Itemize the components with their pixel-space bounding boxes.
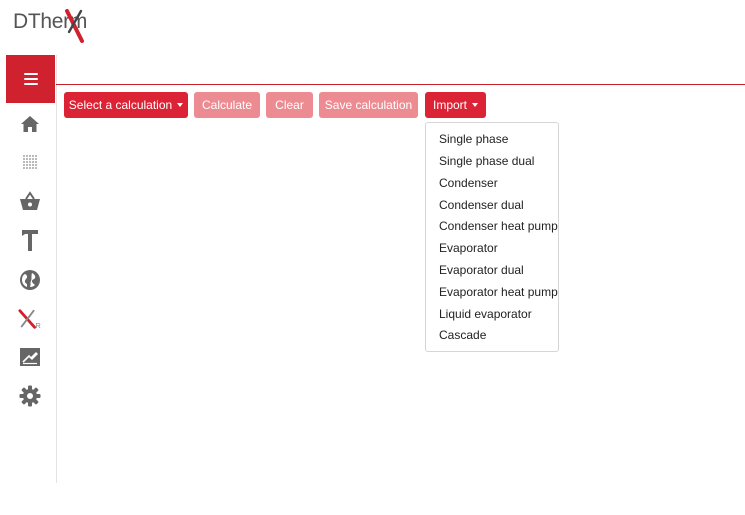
menu-item-condenser-heat-pump[interactable]: Condenser heat pump (439, 219, 558, 233)
menu-item-single-phase-dual[interactable]: Single phase dual (439, 154, 534, 168)
home-icon (21, 116, 39, 132)
gear-icon (19, 385, 41, 407)
basket-icon (20, 191, 40, 210)
import-button[interactable]: Import (425, 92, 486, 118)
xr-icon: R (18, 309, 41, 330)
caret-down-icon (472, 103, 478, 107)
sidebar-item-grid[interactable] (18, 150, 42, 174)
menu-item-liquid-evaporator[interactable]: Liquid evaporator (439, 307, 532, 321)
svg-text:R: R (36, 321, 41, 330)
save-calculation-button[interactable]: Save calculation (319, 92, 418, 118)
calculate-button[interactable]: Calculate (194, 92, 260, 118)
sidebar-item-signature[interactable] (18, 345, 42, 369)
sidebar-item-tools[interactable] (18, 228, 42, 252)
signature-icon (20, 348, 40, 366)
menu-item-condenser-dual[interactable]: Condenser dual (439, 198, 524, 212)
menu-item-evaporator-dual[interactable]: Evaporator dual (439, 263, 524, 277)
clear-button[interactable]: Clear (266, 92, 313, 118)
menu-item-evaporator-heat-pump[interactable]: Evaporator heat pump (439, 285, 558, 299)
menu-toggle-button[interactable] (6, 55, 55, 103)
sidebar-item-home[interactable] (18, 112, 42, 136)
sidebar-item-settings[interactable] (18, 384, 42, 408)
globe-icon (20, 270, 40, 290)
sidebar-item-globe[interactable] (18, 268, 42, 292)
menu-item-cascade[interactable]: Cascade (439, 328, 486, 342)
caret-down-icon (177, 103, 184, 107)
menu-item-single-phase[interactable]: Single phase (439, 132, 508, 146)
menu-item-condenser[interactable]: Condenser (439, 176, 498, 190)
header-divider (56, 84, 745, 85)
sidebar-item-xr[interactable]: R (18, 307, 42, 331)
sidebar-item-basket[interactable] (18, 189, 42, 213)
hamburger-icon (23, 73, 38, 75)
import-dropdown-menu: Single phase Single phase dual Condenser… (425, 122, 559, 352)
select-calculation-button[interactable]: Select a calculation (64, 92, 188, 118)
menu-item-evaporator[interactable]: Evaporator (439, 241, 498, 255)
dot-grid-icon (23, 155, 37, 169)
logo-x-mark (65, 9, 84, 43)
sidebar: R (6, 55, 57, 483)
hammer-icon (22, 230, 38, 251)
